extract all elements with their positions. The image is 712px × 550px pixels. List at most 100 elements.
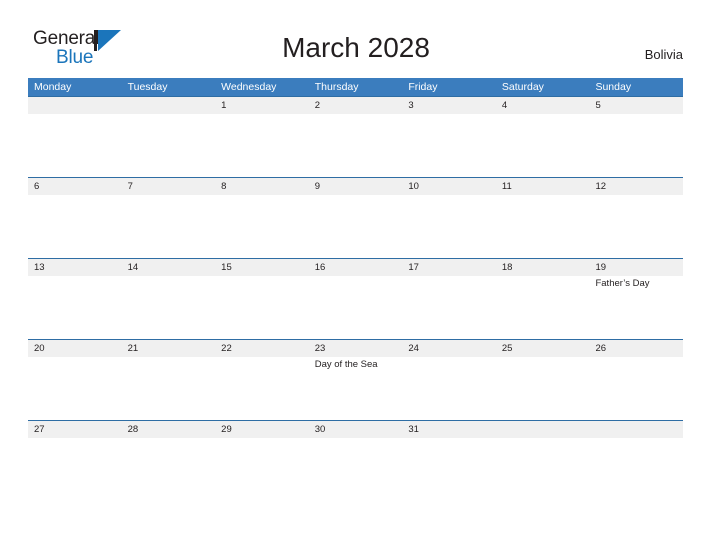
calendar-day-band xyxy=(121,178,216,195)
calendar-day-cell[interactable]: 15 xyxy=(215,259,309,339)
calendar-day-number: 28 xyxy=(127,424,139,435)
calendar-day-number: 24 xyxy=(408,343,419,354)
calendar-day-cell[interactable]: 23 Day of the Sea xyxy=(308,340,403,420)
calendar-day-cell[interactable]: 4 xyxy=(495,97,590,177)
page-header: General Blue March 2028 Bolivia xyxy=(0,0,712,78)
calendar-day-cell[interactable]: 25 xyxy=(495,340,590,420)
calendar-day-number: 18 xyxy=(501,262,513,273)
calendar-event-label: Father’s Day xyxy=(595,278,650,289)
calendar-day-number: 16 xyxy=(314,262,326,273)
weekday-header-thursday: Thursday xyxy=(314,81,359,93)
calendar-day-cell[interactable]: 20 xyxy=(28,340,122,420)
calendar-empty-cell xyxy=(121,97,216,177)
calendar-week-cells: 13 14 15 16 17 18 19 Father’s Day xyxy=(28,259,684,339)
calendar-week-row: 27 28 29 30 31 xyxy=(28,420,684,501)
calendar-day-number: 8 xyxy=(221,181,227,192)
calendar-weekday-header: Monday Tuesday Wednesday Thursday Friday… xyxy=(28,78,683,96)
calendar-day-cell[interactable]: 26 xyxy=(589,340,684,420)
calendar-day-cell[interactable]: 14 xyxy=(121,259,216,339)
calendar-day-number: 25 xyxy=(501,343,513,354)
calendar-day-number: 3 xyxy=(408,100,414,111)
calendar-day-number: 6 xyxy=(34,181,40,192)
calendar-day-number: 19 xyxy=(595,262,607,273)
calendar-day-number: 13 xyxy=(34,262,45,273)
calendar-day-cell[interactable]: 16 xyxy=(308,259,403,339)
calendar-day-cell[interactable]: 11 xyxy=(495,178,590,258)
calendar-day-cell[interactable]: 5 xyxy=(589,97,684,177)
weekday-header-sunday: Sunday xyxy=(595,81,632,93)
calendar-day-number: 27 xyxy=(34,424,45,435)
calendar-day-cell[interactable]: 18 xyxy=(495,259,590,339)
calendar-day-band xyxy=(121,97,216,114)
weekday-header-wednesday: Wednesday xyxy=(221,81,277,93)
calendar-empty-cell xyxy=(28,97,122,177)
calendar-day-band xyxy=(308,97,403,114)
calendar-day-cell[interactable]: 9 xyxy=(308,178,403,258)
calendar-day-number: 15 xyxy=(221,262,232,273)
calendar-day-cell[interactable]: 31 xyxy=(402,421,496,501)
calendar-day-cell[interactable]: 12 xyxy=(589,178,684,258)
calendar-day-number: 11 xyxy=(501,181,512,192)
calendar-day-number: 10 xyxy=(408,181,419,192)
calendar-day-number: 20 xyxy=(34,343,45,354)
calendar-grid: Monday Tuesday Wednesday Thursday Friday… xyxy=(28,78,684,501)
calendar-day-number: 17 xyxy=(408,262,419,273)
calendar-day-number: 29 xyxy=(221,424,232,435)
calendar-week-row: 13 14 15 16 17 18 19 Father’s Day xyxy=(28,258,684,339)
calendar-week-cells: 20 21 22 23 Day of the Sea 24 25 26 xyxy=(28,340,684,420)
calendar-day-number: 4 xyxy=(501,100,508,111)
calendar-day-number: 23 xyxy=(314,343,326,354)
region-label: Bolivia xyxy=(644,47,683,62)
calendar-empty-cell xyxy=(495,421,590,501)
calendar-day-cell[interactable]: 17 xyxy=(402,259,496,339)
calendar-event-label: Day of the Sea xyxy=(314,359,378,370)
calendar-week-row: 6 7 8 9 10 11 12 xyxy=(28,177,684,258)
calendar-weeks: 1 2 3 4 5 6 7 8 9 10 11 12 13 14 15 16 17 18 19 Father’s Da… xyxy=(28,96,684,501)
calendar-day-cell[interactable]: 21 xyxy=(121,340,216,420)
calendar-day-band xyxy=(28,97,122,114)
calendar-day-band xyxy=(589,97,684,114)
calendar-day-number: 9 xyxy=(314,181,321,192)
calendar-day-number: 21 xyxy=(127,343,139,354)
calendar-day-cell[interactable]: 29 xyxy=(215,421,309,501)
calendar-day-cell[interactable]: 7 xyxy=(121,178,216,258)
calendar-day-number: 26 xyxy=(595,343,607,354)
calendar-day-number: 2 xyxy=(314,100,321,111)
page-title: March 2028 xyxy=(282,32,430,63)
calendar-day-number: 31 xyxy=(408,424,419,435)
calendar-day-cell[interactable]: 24 xyxy=(402,340,496,420)
calendar-day-band xyxy=(215,178,309,195)
calendar-day-number: 14 xyxy=(127,262,139,273)
calendar-day-cell[interactable]: 3 xyxy=(402,97,496,177)
calendar-day-band xyxy=(589,421,684,438)
calendar-week-row: 20 21 22 23 Day of the Sea 24 25 26 xyxy=(28,339,684,420)
calendar-day-cell[interactable]: 1 xyxy=(215,97,309,177)
calendar-week-row: 1 2 3 4 5 xyxy=(28,96,684,177)
calendar-day-cell[interactable]: 30 xyxy=(308,421,403,501)
calendar-day-number: 1 xyxy=(221,100,227,111)
calendar-day-number: 5 xyxy=(595,100,601,111)
calendar-day-band xyxy=(402,97,496,114)
calendar-empty-cell xyxy=(589,421,684,501)
weekday-header-monday: Monday xyxy=(34,81,72,93)
calendar-day-number: 22 xyxy=(221,343,232,354)
calendar-day-cell[interactable]: 6 xyxy=(28,178,122,258)
calendar-day-band xyxy=(495,421,590,438)
calendar-day-cell[interactable]: 19 Father’s Day xyxy=(589,259,684,339)
calendar-day-cell[interactable]: 28 xyxy=(121,421,216,501)
calendar-day-number: 7 xyxy=(127,181,133,192)
calendar-day-cell[interactable]: 22 xyxy=(215,340,309,420)
calendar-day-cell[interactable]: 8 xyxy=(215,178,309,258)
calendar-day-band xyxy=(308,178,403,195)
calendar-day-band xyxy=(28,178,122,195)
calendar-week-cells: 6 7 8 9 10 11 12 xyxy=(28,178,684,258)
calendar-day-cell[interactable]: 2 xyxy=(308,97,403,177)
calendar-week-cells: 27 28 29 30 31 xyxy=(28,421,684,501)
weekday-header-friday: Friday xyxy=(408,81,438,93)
calendar-day-band xyxy=(215,97,309,114)
weekday-header-tuesday: Tuesday xyxy=(127,81,168,93)
calendar-day-band xyxy=(495,97,590,114)
calendar-day-cell[interactable]: 27 xyxy=(28,421,122,501)
calendar-day-cell[interactable]: 10 xyxy=(402,178,496,258)
calendar-day-cell[interactable]: 13 xyxy=(28,259,122,339)
